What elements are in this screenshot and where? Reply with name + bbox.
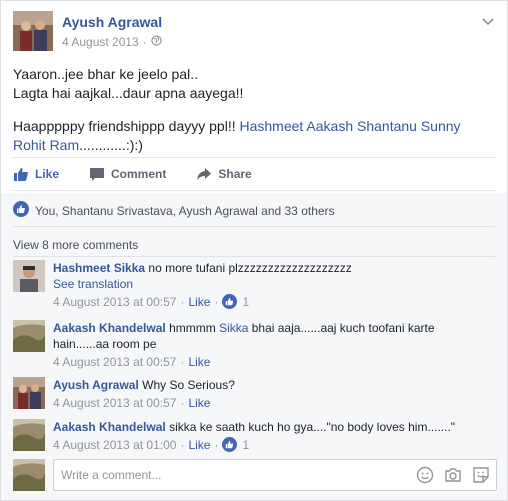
comment-button[interactable]: Comment <box>89 166 166 182</box>
view-more-comments-link[interactable]: View 8 more comments <box>13 238 138 252</box>
divider <box>13 226 495 227</box>
commenter-avatar[interactable] <box>13 377 45 409</box>
camera-icon[interactable] <box>444 466 462 484</box>
comment-body: Aakash Khandelwal sikka ke saath kuch ho… <box>53 419 493 453</box>
comment-like-count[interactable]: 1 <box>242 294 249 310</box>
comment-label: Comment <box>111 167 167 181</box>
post-header: Ayush Agrawal 4 August 2013 · <box>13 11 497 53</box>
comment-text: no more tufani plzzzzzzzzzzzzzzzzzzz <box>148 261 352 275</box>
comment-text: hmmmm <box>169 321 220 335</box>
comment-item: Aakash Khandelwal sikka ke saath kuch ho… <box>13 419 497 455</box>
globe-icon[interactable] <box>151 35 162 49</box>
post-wish-text: Haapppppy friendshippp dayyy ppl!! <box>13 118 240 134</box>
commenter-name[interactable]: Ayush Agrawal <box>53 378 139 392</box>
commenter-avatar[interactable] <box>13 320 45 352</box>
commenter-name[interactable]: Hashmeet Sikka <box>53 261 145 275</box>
chevron-down-icon[interactable] <box>481 15 495 29</box>
meta-separator: · <box>180 396 185 410</box>
comment-time[interactable]: 4 August 2013 at 01:00 <box>53 437 176 453</box>
comment-body: Ayush Agrawal Why So Serious? 4 August 2… <box>53 377 493 411</box>
share-button[interactable]: Share <box>196 166 252 182</box>
comment-input[interactable]: Write a comment... <box>53 459 497 491</box>
post-line-1: Yaaron..jee bhar ke jeelo pal.. <box>13 66 198 82</box>
comment-meta: 4 August 2013 at 00:57 · Like <box>53 395 493 411</box>
meta-separator: · <box>142 35 147 49</box>
like-button[interactable]: Like <box>13 166 59 182</box>
comment-like-count[interactable]: 1 <box>242 437 249 453</box>
comment-meta: 4 August 2013 at 00:57 · Like · 1 <box>53 294 493 310</box>
comment-body: Hashmeet Sikka no more tufani plzzzzzzzz… <box>53 260 493 310</box>
post-date[interactable]: 4 August 2013 <box>62 35 139 49</box>
comment-like-link[interactable]: Like <box>188 294 210 310</box>
comment-content: Aakash Khandelwal sikka ke saath kuch ho… <box>53 419 493 435</box>
meta-separator: · <box>180 355 185 369</box>
comment-item: Hashmeet Sikka no more tufani plzzzzzzzz… <box>13 260 497 312</box>
like-label: Like <box>35 167 60 181</box>
comment-content: Ayush Agrawal Why So Serious? <box>53 377 493 393</box>
comment-like-link[interactable]: Like <box>188 437 210 453</box>
comment-text: sikka ke saath kuch ho gya...."no body l… <box>169 420 456 434</box>
meta-separator: · <box>180 295 185 309</box>
post-paragraph-2: Haapppppy friendshippp dayyy ppl!! Hashm… <box>13 117 497 155</box>
like-reaction-icon <box>13 201 29 220</box>
divider <box>13 256 495 257</box>
post-meta: 4 August 2013 · <box>62 35 162 49</box>
author-avatar[interactable] <box>13 11 53 51</box>
comment-icon <box>89 166 105 182</box>
sticker-icon[interactable] <box>472 466 490 484</box>
comment-placeholder: Write a comment... <box>61 468 162 482</box>
post-actions: Like Comment Share <box>13 157 497 191</box>
comment-meta: 4 August 2013 at 01:00 · Like · 1 <box>53 437 493 453</box>
comment-meta: 4 August 2013 at 00:57 · Like <box>53 354 493 370</box>
like-reaction-icon[interactable] <box>222 437 238 453</box>
see-translation-link[interactable]: See translation <box>53 276 493 292</box>
likes-summary-text: You, Shantanu Srivastava, Ayush Agrawal … <box>35 203 335 218</box>
post-paragraph-1: Yaaron..jee bhar ke jeelo pal.. Lagta ha… <box>13 65 497 103</box>
comment-content: Hashmeet Sikka no more tufani plzzzzzzzz… <box>53 260 493 276</box>
comment-item: Ayush Agrawal Why So Serious? 4 August 2… <box>13 377 497 413</box>
comment-time[interactable]: 4 August 2013 at 00:57 <box>53 354 176 370</box>
emoji-icon[interactable] <box>416 466 434 484</box>
post-card: Ayush Agrawal 4 August 2013 · Yaaron..je… <box>0 0 508 501</box>
comment-mention[interactable]: Sikka <box>219 321 248 335</box>
comment-time[interactable]: 4 August 2013 at 00:57 <box>53 395 176 411</box>
commenter-name[interactable]: Aakash Khandelwal <box>53 321 166 335</box>
comment-body: Aakash Khandelwal hmmmm Sikka bhai aaja.… <box>53 320 493 370</box>
post-line-2: Lagta hai aajkal...daur apna aayega!! <box>13 85 244 101</box>
meta-separator: · <box>180 438 185 452</box>
likes-summary[interactable]: You, Shantanu Srivastava, Ayush Agrawal … <box>13 201 335 220</box>
comment-item: Aakash Khandelwal hmmmm Sikka bhai aaja.… <box>13 320 497 370</box>
post-text: Yaaron..jee bhar ke jeelo pal.. Lagta ha… <box>13 65 497 169</box>
post-wish-tail: ............:):) <box>79 137 143 153</box>
commenter-avatar[interactable] <box>13 419 45 451</box>
comment-time[interactable]: 4 August 2013 at 00:57 <box>53 294 176 310</box>
author-name[interactable]: Ayush Agrawal <box>62 14 162 30</box>
comment-like-link[interactable]: Like <box>188 395 210 411</box>
share-icon <box>196 166 212 182</box>
thumbs-up-icon <box>13 166 29 182</box>
comment-text: Why So Serious? <box>142 378 235 392</box>
composer-icons <box>416 466 490 484</box>
current-user-avatar <box>13 459 45 491</box>
comments-section: You, Shantanu Srivastava, Ayush Agrawal … <box>1 193 507 500</box>
comment-content: Aakash Khandelwal hmmmm Sikka bhai aaja.… <box>53 320 493 352</box>
commenter-avatar[interactable] <box>13 260 45 292</box>
meta-separator: · <box>214 438 219 452</box>
comment-composer: Write a comment... <box>13 459 497 491</box>
comment-like-link[interactable]: Like <box>188 354 210 370</box>
like-reaction-icon[interactable] <box>222 294 238 310</box>
commenter-name[interactable]: Aakash Khandelwal <box>53 420 166 434</box>
share-label: Share <box>218 167 252 181</box>
meta-separator: · <box>214 295 219 309</box>
